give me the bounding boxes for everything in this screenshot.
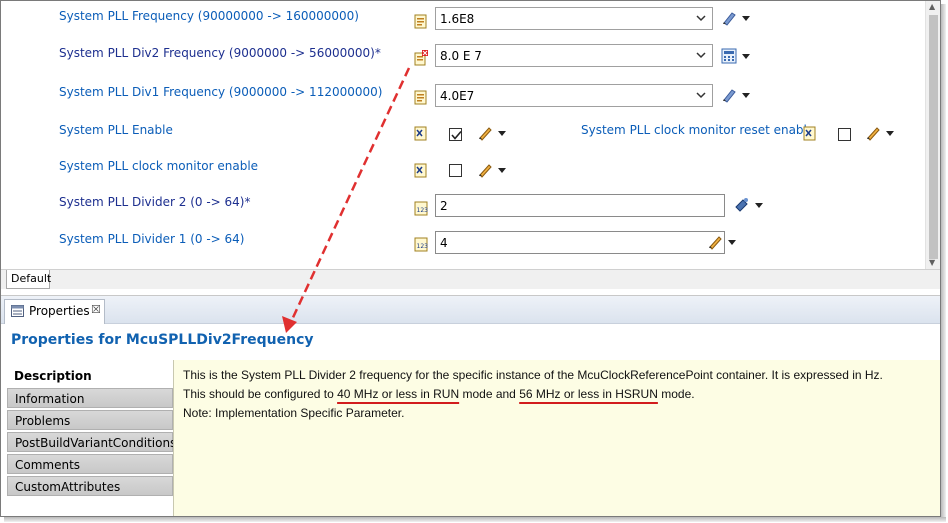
section-description[interactable]: Description [7,366,173,386]
tab-properties-label: Properties [29,304,90,318]
checkmark-icon [451,130,462,140]
pll-divider1-input[interactable]: 4 [435,231,725,254]
param-label-pll-divider1: System PLL Divider 1 (0 -> 64) [59,232,245,246]
param-label-pll-enable: System PLL Enable [59,123,173,137]
section-label: Description [14,369,92,383]
caret-down-icon[interactable] [728,240,736,245]
calculated-value-icon[interactable] [414,13,429,29]
pencil-edit-icon[interactable] [721,10,737,26]
boolean-param-icon[interactable] [414,162,429,178]
boolean-param-icon[interactable] [414,125,429,141]
description-text: This should be configured to [183,387,338,401]
properties-icon [11,305,24,317]
calculated-value-icon[interactable] [414,89,429,105]
param-label-pll-divider2: System PLL Divider 2 (0 -> 64)* [59,195,251,209]
svg-text:123: 123 [417,243,429,250]
pencil-icon[interactable] [477,162,493,178]
section-label: CustomAttributes [15,480,121,494]
properties-tab-bar: Properties ☒ [1,296,940,324]
properties-view: Properties ☒ Properties for McuSPLLDiv2F… [1,295,940,516]
boolean-param-icon[interactable] [803,125,818,141]
properties-section-list: Description Information Problems PostBui… [7,366,177,516]
caret-down-icon[interactable] [498,131,506,136]
close-icon[interactable]: ☒ [91,303,101,316]
section-postbuild-variant-conditions[interactable]: PostBuildVariantConditions [7,432,177,452]
calculate-wand-icon[interactable] [734,197,750,213]
param-label-pll-clock-monitor-enable: System PLL clock monitor enable [59,159,259,173]
scrollbar-thumb[interactable] [929,15,938,259]
editor-tab-strip: Default [1,269,940,289]
description-text: mode and [459,387,520,401]
chevron-down-icon[interactable] [696,12,706,24]
pll-div2-frequency-combo[interactable]: 8.0 E 7 [435,44,713,67]
description-pane: This is the System PLL Divider 2 frequen… [173,360,940,516]
chevron-down-icon[interactable] [696,49,706,61]
pencil-icon[interactable] [477,125,493,141]
highlight-run-limit: 40 MHz or less in RUN [337,387,460,401]
pll-div1-frequency-combo[interactable]: 4.0E7 [435,84,713,107]
tab-default-label: Default [11,272,52,285]
description-text: mode. [657,387,695,401]
section-label: Information [15,392,85,406]
description-line-2: This should be configured to 40 MHz or l… [183,387,695,401]
pencil-edit-icon[interactable] [721,87,737,103]
calculated-value-error-icon[interactable] [414,50,429,66]
description-line-3: Note: Implementation Specific Parameter. [183,406,405,420]
window-shadow-bottom [4,517,946,522]
window-shadow-right [941,4,946,521]
param-label-pll-clock-monitor-reset-enable: System PLL clock monitor reset enable [581,123,815,137]
pll-clock-monitor-enable-checkbox[interactable] [449,164,462,177]
properties-title: Properties for McuSPLLDiv2Frequency [11,332,314,348]
svg-text:123: 123 [417,207,429,214]
caret-down-icon[interactable] [742,54,750,59]
section-custom-attributes[interactable]: CustomAttributes [7,476,173,496]
pencil-icon[interactable] [865,125,881,141]
pll-div2-frequency-value: 8.0 E 7 [440,49,482,63]
tab-default[interactable]: Default [6,270,52,289]
caret-down-icon[interactable] [742,16,750,21]
integer-param-icon[interactable]: 123 [414,200,429,216]
pll-divider2-input[interactable]: 2 [435,194,725,217]
editor-vertical-scrollbar[interactable]: ▲ ▼ [925,1,940,269]
scroll-down-icon[interactable]: ▼ [929,258,935,267]
highlight-hsrun-limit: 56 MHz or less in HSRUN [519,387,658,401]
pll-frequency-value: 1.6E8 [440,12,475,26]
caret-down-icon[interactable] [742,93,750,98]
pll-frequency-combo[interactable]: 1.6E8 [435,7,713,30]
section-label: Comments [15,458,81,472]
pencil-icon[interactable] [707,234,723,250]
pll-divider1-value: 4 [440,236,448,250]
scroll-up-icon[interactable]: ▲ [929,2,935,11]
tab-properties[interactable]: Properties ☒ [4,299,105,324]
section-label: PostBuildVariantConditions [15,436,177,450]
pll-clock-monitor-reset-enable-checkbox[interactable] [838,128,851,141]
param-label-pll-div1-frequency: System PLL Div1 Frequency (9000000 -> 11… [59,85,383,99]
section-comments[interactable]: Comments [7,454,173,474]
pll-div1-frequency-value: 4.0E7 [440,89,475,103]
pll-enable-checkbox[interactable] [449,128,462,141]
calculator-icon[interactable] [721,48,737,64]
parameter-editor: System PLL Frequency (90000000 -> 160000… [1,1,925,269]
param-label-pll-div2-frequency: System PLL Div2 Frequency (9000000 -> 56… [59,46,381,60]
pll-divider2-value: 2 [440,199,448,213]
chevron-down-icon[interactable] [696,89,706,101]
caret-down-icon[interactable] [755,203,763,208]
integer-param-icon[interactable]: 123 [414,236,429,252]
section-problems[interactable]: Problems [7,410,173,430]
section-label: Problems [15,414,71,428]
caret-down-icon[interactable] [498,168,506,173]
window: System PLL Frequency (90000000 -> 160000… [0,0,941,517]
caret-down-icon[interactable] [886,131,894,136]
section-information[interactable]: Information [7,388,173,408]
description-line-1: This is the System PLL Divider 2 frequen… [183,368,883,382]
param-label-pll-frequency: System PLL Frequency (90000000 -> 160000… [59,9,359,23]
